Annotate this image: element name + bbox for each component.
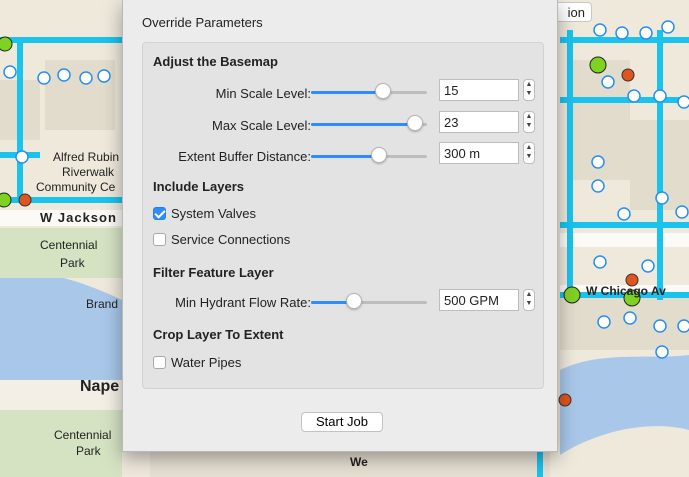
map-label: Park: [76, 444, 101, 458]
parameters-group: Adjust the Basemap Min Scale Level: 15 ▲…: [142, 42, 544, 389]
water-pipes-label: Water Pipes: [171, 354, 242, 370]
map-label: Community Ce: [36, 180, 116, 194]
service-connections-label: Service Connections: [171, 231, 291, 247]
max-scale-label: Max Scale Level:: [212, 118, 311, 133]
section-layers-heading: Include Layers: [153, 179, 245, 194]
override-parameters-dialog: Override Parameters Adjust the Basemap M…: [122, 0, 558, 452]
map-label: Riverwalk: [62, 165, 115, 179]
road: [560, 233, 689, 247]
park-area: [0, 228, 122, 278]
extent-buffer-slider[interactable]: [311, 147, 427, 163]
service-connections-option[interactable]: Service Connections: [153, 231, 290, 247]
map-label: Brand: [86, 297, 119, 311]
section-crop-heading: Crop Layer To Extent: [153, 327, 284, 342]
map-label: Park: [60, 256, 85, 270]
min-scale-stepper[interactable]: ▲ ▼: [523, 79, 535, 101]
max-scale-field[interactable]: 23: [439, 111, 519, 133]
park-area: [0, 410, 122, 477]
extent-buffer-field[interactable]: 300 m: [439, 142, 519, 164]
hydrant-flow-label: Min Hydrant Flow Rate:: [175, 295, 311, 310]
hydrant-flow-field[interactable]: 500 GPM: [439, 289, 519, 311]
map-label: We: [350, 455, 368, 469]
hydrant-flow-stepper[interactable]: ▲ ▼: [523, 289, 535, 311]
max-scale-slider[interactable]: [311, 115, 427, 131]
system-valves-label: System Valves: [171, 205, 257, 221]
system-valves-option[interactable]: System Valves: [153, 205, 256, 221]
map-label: Alfred Rubin: [53, 150, 120, 164]
extent-buffer-label: Extent Buffer Distance:: [178, 149, 311, 164]
map-label: W Chicago Av: [586, 284, 666, 298]
hydrant-flow-slider[interactable]: [311, 293, 427, 309]
water-pipes-option[interactable]: Water Pipes: [153, 354, 241, 370]
min-scale-label: Min Scale Level:: [215, 86, 311, 101]
section-basemap-heading: Adjust the Basemap: [153, 54, 278, 69]
min-scale-slider[interactable]: [311, 83, 427, 99]
water-pipes-checkbox[interactable]: [153, 355, 166, 369]
section-filter-heading: Filter Feature Layer: [153, 265, 274, 280]
max-scale-stepper[interactable]: ▲ ▼: [523, 111, 535, 133]
map-label: Centennial: [54, 428, 112, 442]
system-valves-checkbox[interactable]: [153, 206, 166, 220]
map-label: Nape: [80, 378, 120, 395]
dialog-title: Override Parameters: [142, 15, 263, 30]
map-label: Centennial: [40, 238, 98, 252]
map-label: W Jackson: [40, 210, 117, 225]
start-job-button[interactable]: Start Job: [301, 412, 383, 432]
service-connections-checkbox[interactable]: [153, 232, 166, 246]
extent-buffer-stepper[interactable]: ▲ ▼: [523, 142, 535, 164]
min-scale-field[interactable]: 15: [439, 79, 519, 101]
